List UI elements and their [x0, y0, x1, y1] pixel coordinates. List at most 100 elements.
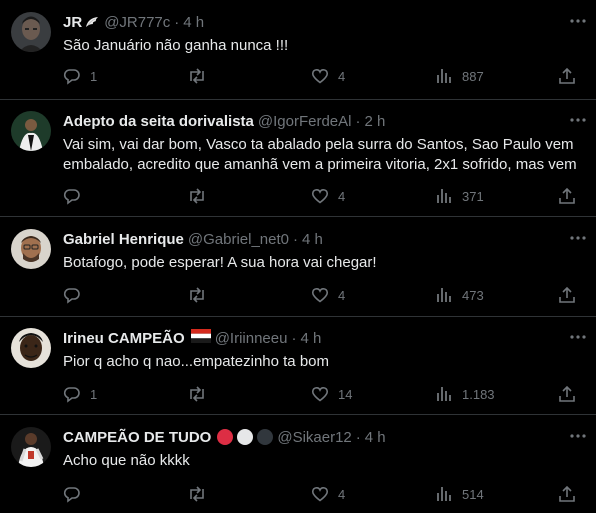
avatar[interactable] — [11, 328, 51, 368]
view-count: 887 — [462, 68, 484, 84]
like-count: 4 — [338, 486, 346, 502]
views-button[interactable]: 371 — [435, 186, 484, 206]
timestamp[interactable]: 4 h — [300, 330, 321, 347]
views-button[interactable]: 473 — [435, 285, 484, 305]
display-name[interactable]: Irineu CAMPEÃO — [63, 330, 185, 347]
reply-button[interactable]: 1 — [63, 66, 97, 86]
share-button[interactable] — [558, 186, 576, 206]
tweet-header: Adepto da seita dorivalista @IgorFerdeAl… — [63, 111, 588, 131]
retweet-button[interactable] — [187, 484, 216, 504]
tweet-text: Acho que não kkkk — [63, 452, 190, 469]
like-icon — [311, 189, 329, 204]
views-icon — [437, 487, 451, 501]
timestamp[interactable]: 4 h — [365, 429, 386, 446]
like-button[interactable]: 4 — [311, 186, 345, 206]
avatar[interactable] — [11, 229, 51, 269]
like-count: 4 — [338, 188, 346, 204]
retweet-icon — [190, 386, 204, 402]
like-icon — [311, 69, 329, 84]
action-bar: 4 371 — [0, 186, 596, 206]
avatar[interactable] — [11, 427, 51, 467]
reply-button[interactable] — [63, 484, 90, 504]
tweet-text: Pior q acho q nao...empatezinho ta bom — [63, 353, 330, 370]
tweet-text: Botafogo, pode esperar! A sua hora vai c… — [63, 254, 377, 271]
like-count: 14 — [338, 386, 353, 402]
more-icon[interactable] — [568, 228, 588, 248]
reply-icon — [63, 487, 80, 503]
timestamp[interactable]: 4 h — [183, 14, 204, 31]
like-button[interactable]: 14 — [311, 384, 352, 404]
display-name[interactable]: Adepto da seita dorivalista — [63, 113, 254, 130]
reply-icon — [63, 288, 80, 304]
tweet[interactable]: Gabriel Henrique @Gabriel_net0 · 4 h Bot… — [0, 218, 596, 317]
timeline-feed: JR @JR777c · 4 h São Januário não ganha … — [0, 0, 596, 513]
share-icon — [559, 485, 575, 502]
like-icon — [311, 288, 329, 303]
views-icon — [437, 69, 451, 83]
share-button[interactable] — [558, 484, 576, 504]
share-button[interactable] — [558, 384, 576, 404]
user-handle[interactable]: @Iriinneeu — [215, 330, 288, 347]
retweet-button[interactable] — [187, 66, 216, 86]
angel-wing-icon — [84, 14, 100, 30]
user-handle[interactable]: @Sikaer12 — [277, 429, 351, 446]
retweet-icon — [190, 68, 204, 84]
more-icon[interactable] — [568, 110, 588, 130]
more-icon[interactable] — [568, 11, 588, 31]
share-button[interactable] — [558, 285, 576, 305]
view-count: 514 — [462, 486, 484, 502]
retweet-icon — [190, 287, 204, 303]
tweet-header: Gabriel Henrique @Gabriel_net0 · 4 h — [63, 229, 588, 249]
tweet-text: São Januário não ganha nunca !!! — [63, 37, 289, 54]
like-count: 4 — [338, 68, 346, 84]
more-icon[interactable] — [568, 426, 588, 446]
user-handle[interactable]: @JR777c — [104, 14, 170, 31]
like-button[interactable]: 4 — [311, 484, 345, 504]
retweet-button[interactable] — [187, 384, 216, 404]
timestamp[interactable]: 4 h — [302, 231, 323, 248]
views-icon — [437, 189, 451, 203]
reply-icon — [63, 387, 80, 403]
action-bar: 1 4 887 — [0, 66, 596, 86]
tweet[interactable]: Irineu CAMPEÃO @Iriinneeu · 4 h Pior q a… — [0, 318, 596, 415]
user-handle[interactable]: @Gabriel_net0 — [188, 231, 289, 248]
tweet[interactable]: CAMPEÃO DE TUDO @Sikaer12 · 4 h Acho que… — [0, 416, 596, 513]
red-circle-icon — [217, 429, 234, 445]
timestamp[interactable]: 2 h — [365, 113, 386, 130]
share-icon — [559, 67, 575, 84]
like-count: 4 — [338, 287, 346, 303]
reply-button[interactable] — [63, 186, 90, 206]
reply-icon — [63, 69, 80, 85]
reply-count: 1 — [90, 386, 98, 402]
separator: · — [355, 428, 361, 446]
display-name[interactable]: JR — [63, 14, 82, 31]
white-circle-icon — [237, 429, 254, 445]
retweet-button[interactable] — [187, 285, 216, 305]
retweet-button[interactable] — [187, 186, 216, 206]
view-count: 1.183 — [462, 386, 495, 402]
user-handle[interactable]: @IgorFerdeAl — [258, 113, 352, 130]
view-count: 473 — [462, 287, 484, 303]
like-icon — [311, 387, 329, 402]
views-button[interactable]: 887 — [435, 66, 484, 86]
avatar[interactable] — [11, 12, 51, 52]
tweet[interactable]: JR @JR777c · 4 h São Januário não ganha … — [0, 0, 596, 100]
share-icon — [559, 187, 575, 204]
share-icon — [559, 385, 575, 402]
like-button[interactable]: 4 — [311, 285, 345, 305]
like-button[interactable]: 4 — [311, 66, 345, 86]
display-name[interactable]: CAMPEÃO DE TUDO — [63, 429, 211, 446]
share-button[interactable] — [558, 66, 576, 86]
action-bar: 1 14 1.183 — [0, 384, 596, 404]
reply-button[interactable] — [63, 285, 90, 305]
separator: · — [355, 112, 361, 130]
display-name[interactable]: Gabriel Henrique — [63, 231, 184, 248]
tweet[interactable]: Adepto da seita dorivalista @IgorFerdeAl… — [0, 101, 596, 217]
action-bar: 4 514 — [0, 484, 596, 504]
reply-icon — [63, 189, 80, 205]
views-button[interactable]: 1.183 — [435, 384, 495, 404]
more-icon[interactable] — [568, 327, 588, 347]
reply-button[interactable]: 1 — [63, 384, 97, 404]
avatar[interactable] — [11, 111, 51, 151]
views-button[interactable]: 514 — [435, 484, 484, 504]
